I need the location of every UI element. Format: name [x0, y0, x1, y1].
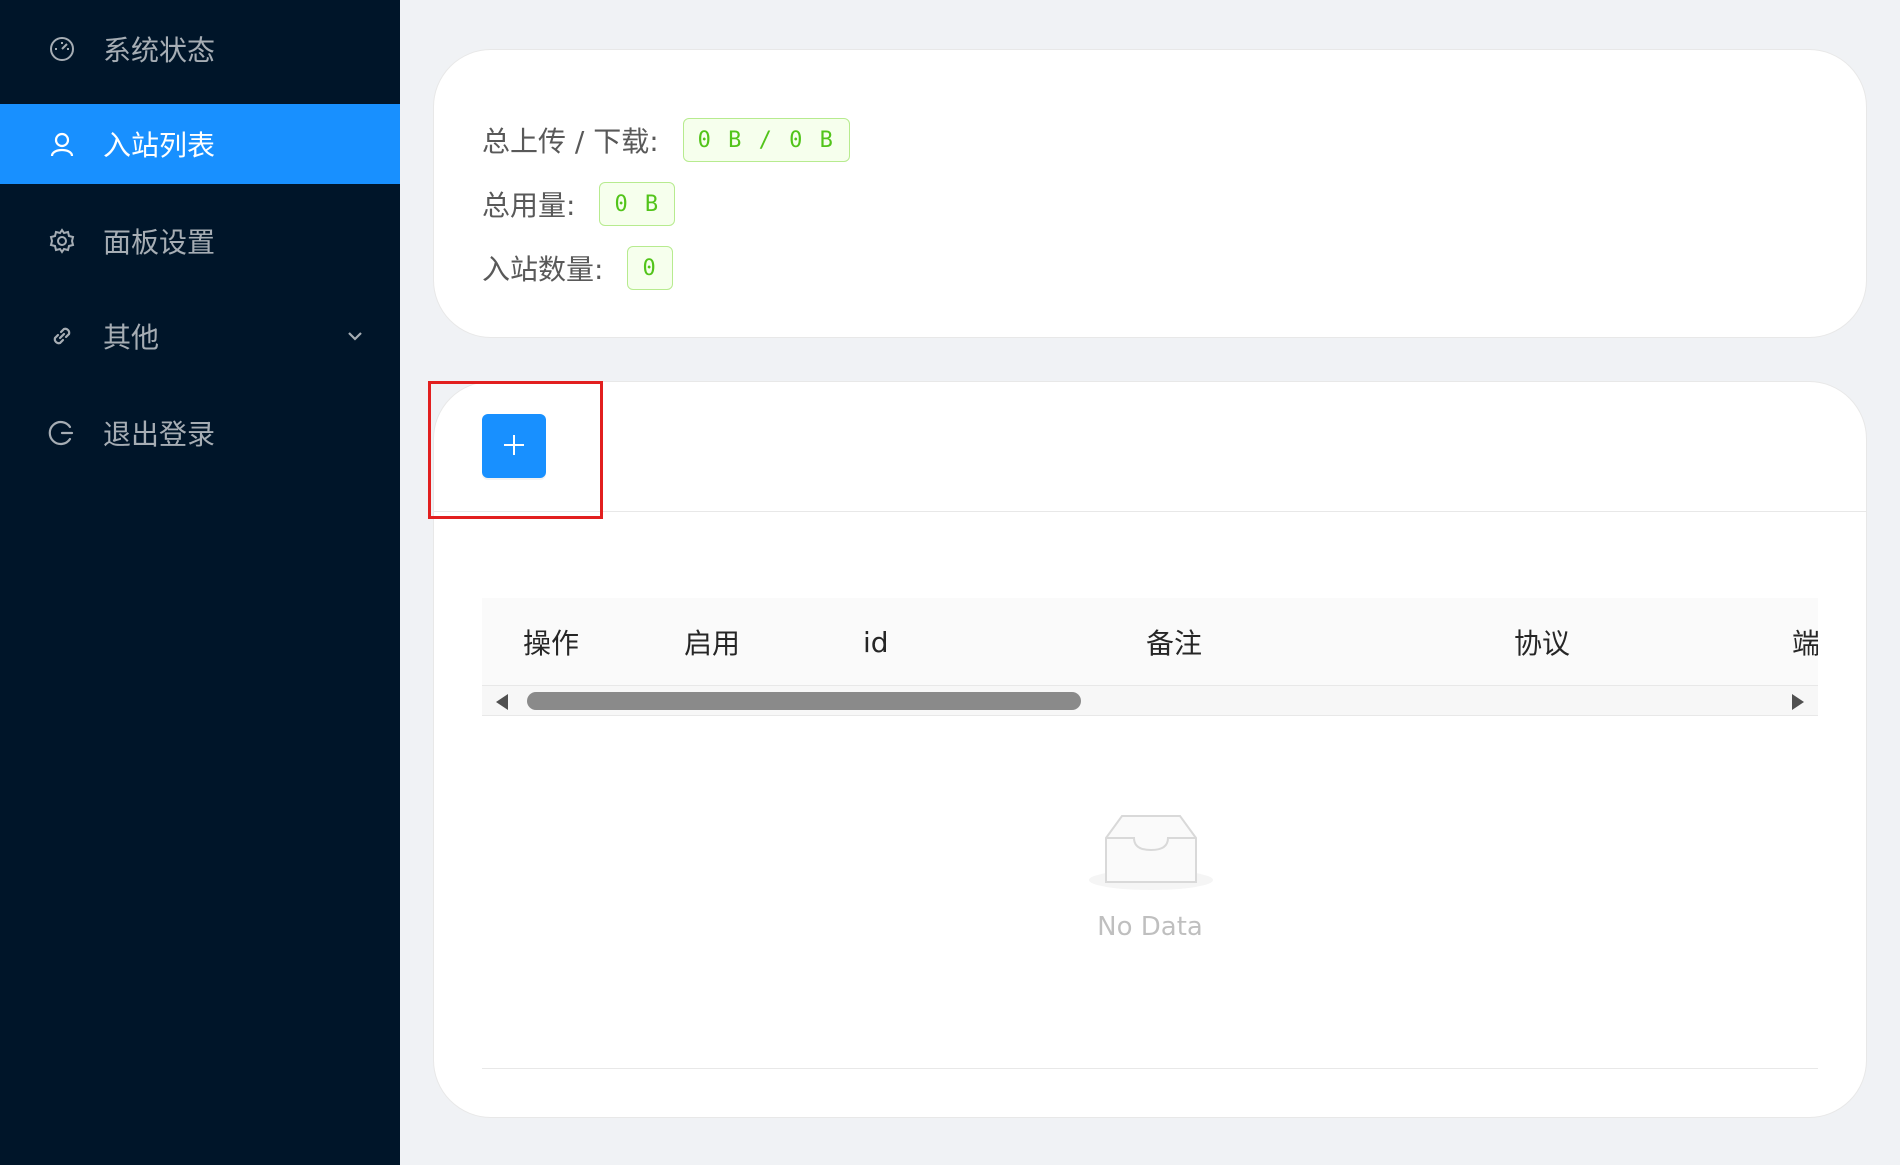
table-header: 操作 启用 id 备注 协议 端 [482, 598, 1818, 686]
inbound-table-card: 操作 启用 id 备注 协议 端 No Data [433, 381, 1867, 1118]
column-header-enabled[interactable]: 启用 [684, 598, 740, 685]
sidebar-item-label: 其他 [103, 321, 160, 354]
link-icon [46, 320, 78, 352]
table-empty-state: No Data [482, 716, 1818, 1069]
sidebar-item-logout[interactable]: 退出登录 [0, 393, 400, 473]
column-header-actions[interactable]: 操作 [523, 598, 579, 685]
logout-icon [46, 417, 78, 449]
sidebar-item-inbound-list[interactable]: 入站列表 [0, 104, 400, 184]
sidebar-item-other[interactable]: 其他 [0, 296, 400, 376]
stats-card: 总上传 / 下载: 0 B / 0 B 总用量: 0 B 入站数量: 0 [433, 49, 1867, 338]
gear-icon [46, 225, 78, 257]
horizontal-scrollbar[interactable] [482, 686, 1818, 716]
sidebar-item-label: 入站列表 [103, 129, 216, 162]
plus-icon [500, 431, 528, 462]
chevron-down-icon [344, 325, 366, 347]
scroll-left-arrow-icon[interactable] [496, 694, 508, 710]
stat-inbound-count: 入站数量: 0 [482, 246, 673, 290]
empty-text: No Data [1097, 912, 1203, 942]
stat-label: 总上传 / 下载: [482, 125, 659, 158]
stat-value-tag: 0 B [599, 182, 676, 226]
sidebar: 系统状态 入站列表 面板设置 其他 退出登录 [0, 0, 400, 1165]
stat-label: 入站数量: [482, 253, 604, 286]
stat-value-tag: 0 [627, 246, 673, 290]
column-header-remark[interactable]: 备注 [1146, 598, 1202, 685]
column-header-port[interactable]: 端 [1792, 598, 1818, 685]
scroll-right-arrow-icon[interactable] [1792, 694, 1804, 710]
scroll-thumb[interactable] [527, 692, 1081, 710]
column-header-id[interactable]: id [863, 598, 889, 685]
sidebar-item-label: 面板设置 [103, 226, 216, 259]
dashboard-icon [46, 33, 78, 65]
divider [434, 511, 1866, 512]
stat-label: 总用量: [482, 189, 576, 222]
user-icon [46, 128, 78, 160]
column-header-protocol[interactable]: 协议 [1514, 598, 1570, 685]
stat-upload-download: 总上传 / 下载: 0 B / 0 B [482, 118, 850, 162]
sidebar-item-label: 系统状态 [103, 34, 216, 67]
empty-inbox-icon [1089, 815, 1213, 890]
sidebar-item-panel-settings[interactable]: 面板设置 [0, 201, 400, 281]
sidebar-item-system-status[interactable]: 系统状态 [0, 9, 400, 89]
sidebar-item-label: 退出登录 [103, 418, 216, 451]
add-inbound-button[interactable] [482, 414, 546, 478]
stat-total-usage: 总用量: 0 B [482, 182, 676, 226]
stat-value-tag: 0 B / 0 B [682, 118, 850, 162]
